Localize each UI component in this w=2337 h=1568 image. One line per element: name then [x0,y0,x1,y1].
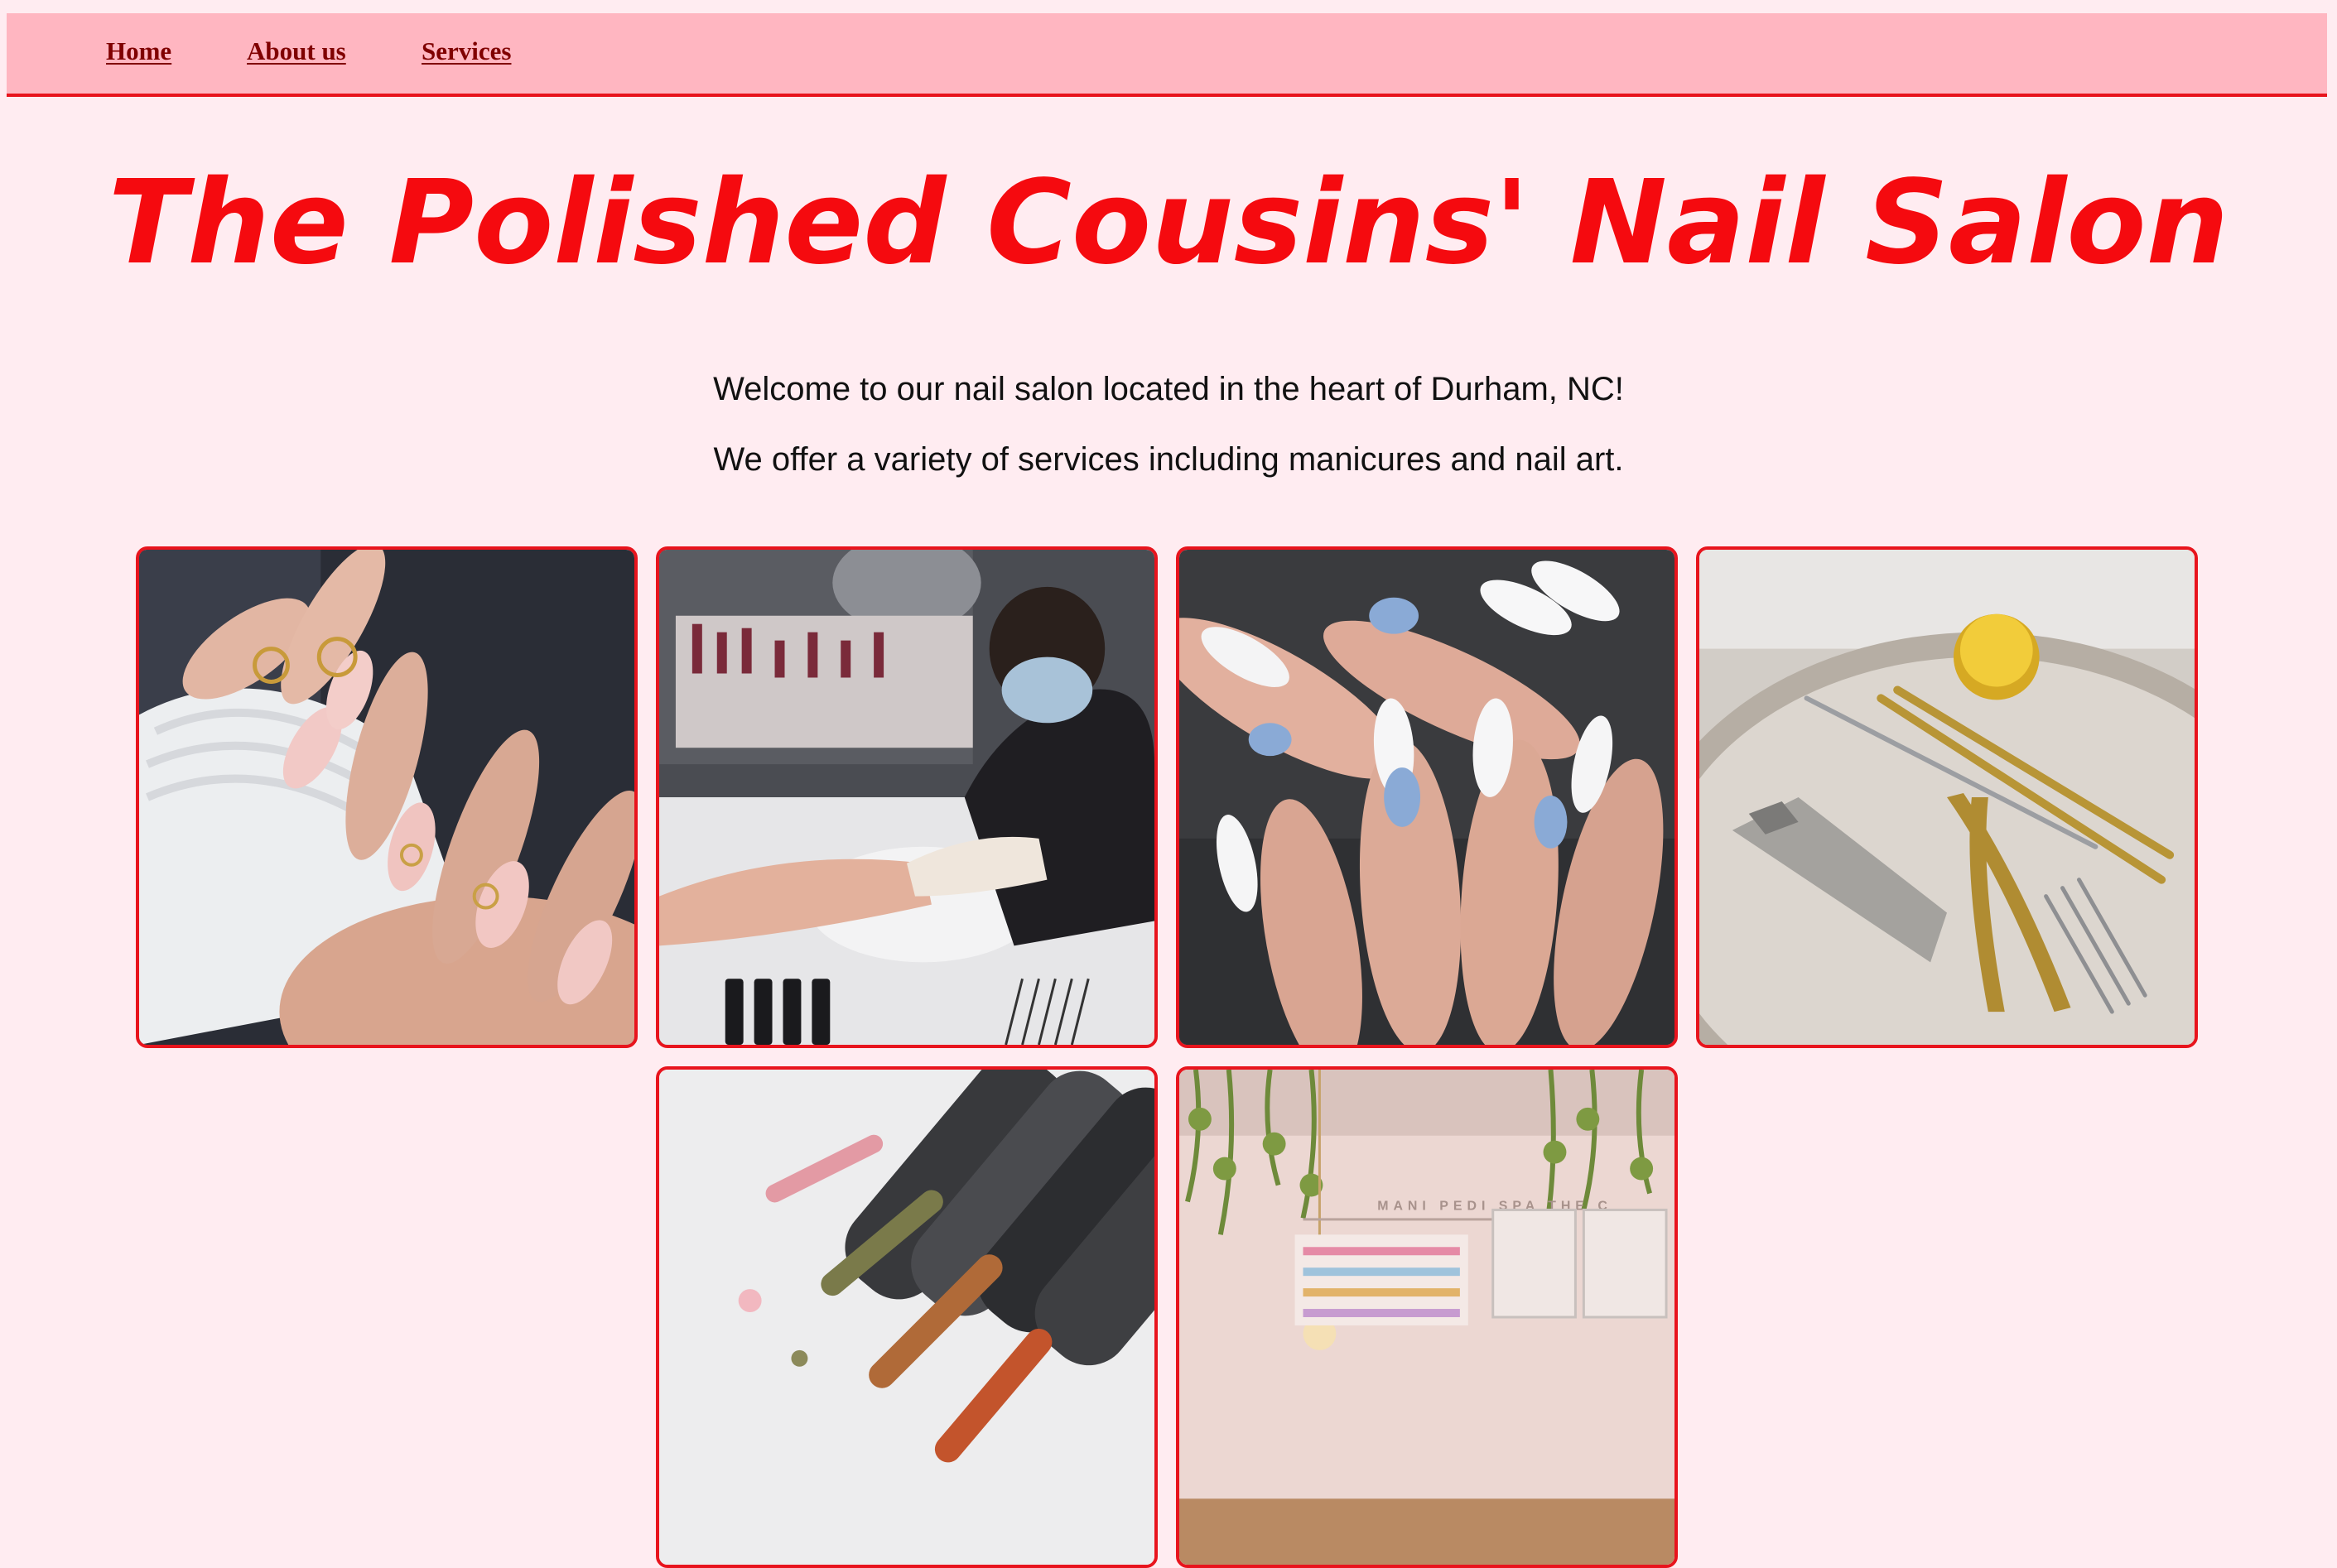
welcome-text: Welcome to our nail salon located in the… [713,371,1624,407]
nav-link-home[interactable]: Home [106,36,171,66]
top-navbar: Home About us Services [7,13,2327,97]
nav-link-services[interactable]: Services [422,36,511,66]
gallery-photo-nail-tools [1696,546,2198,1048]
gallery-photo-manicure-service [656,546,1158,1048]
services-intro-text: We offer a variety of services including… [713,441,1624,478]
gallery-photo-french-tips [1176,546,1678,1048]
gallery-photo-gold-nail-art [136,546,638,1048]
gallery-photo-salon-interior: MANI PEDI SPA THE C [1176,1066,1678,1568]
page-title: The Polished Cousins' Nail Salon [108,156,2229,291]
nav-link-about-us[interactable]: About us [247,36,346,66]
gallery-photo-gel-polish [656,1066,1158,1568]
